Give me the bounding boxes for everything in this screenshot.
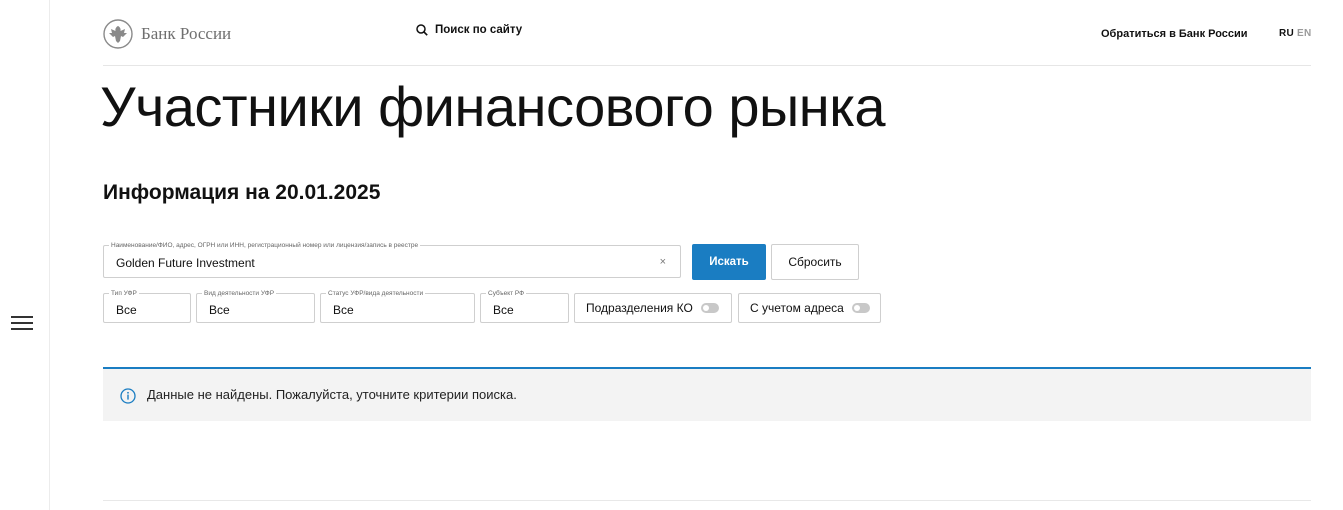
no-results-alert: Данные не найдены. Пожалуйста, уточните … [103,367,1311,421]
info-date-heading: Информация на 20.01.2025 [103,181,381,204]
lang-en[interactable]: EN [1297,28,1312,39]
filter-ufr-type[interactable]: Тип УФР Все [103,289,191,323]
search-label: Поиск по сайту [435,24,523,36]
toggle-label: С учетом адреса [750,301,844,315]
logo-text: Банк России [141,24,232,43]
filter-legend: Вид деятельности УФР [202,289,277,298]
menu-icon[interactable] [11,316,33,330]
alert-message: Данные не найдены. Пожалуйста, уточните … [147,387,517,402]
filter-region[interactable]: Субъект РФ Все [480,289,569,323]
filter-value: Все [116,303,137,317]
left-sidebar [0,0,50,510]
search-input[interactable]: Наименование/ФИО, адрес, ОГРН или ИНН, р… [103,241,681,278]
emblem-icon [103,19,133,49]
toggle-switch[interactable] [851,303,870,313]
filter-activity-type[interactable]: Вид деятельности УФР Все [196,289,315,323]
toggle-switch[interactable] [700,303,719,313]
filter-value: Все [493,303,514,317]
search-input-value: Golden Future Investment [116,256,255,270]
divider [103,500,1311,501]
filter-value: Все [209,303,230,317]
toggle-ko-branches[interactable]: Подразделения КО [574,293,732,323]
lang-ru[interactable]: RU [1279,28,1294,39]
info-icon [120,388,136,404]
toggle-with-address[interactable]: С учетом адреса [738,293,881,323]
site-header: Банк России Поиск по сайту Обратиться в … [103,14,1311,66]
reset-button[interactable]: Сбросить [771,244,859,280]
filter-legend: Тип УФР [109,289,139,298]
page-title: Участники финансового рынка [100,75,886,138]
contact-bank-link[interactable]: Обратиться в Банк России [1101,28,1248,40]
site-logo[interactable]: Банк России [103,14,231,54]
clear-icon[interactable]: × [660,256,666,268]
search-button[interactable]: Искать [692,244,766,280]
toggle-label: Подразделения КО [586,301,693,315]
filter-status[interactable]: Статус УФР/вида деятельности Все [320,289,475,323]
filter-value: Все [333,303,354,317]
filter-legend: Субъект РФ [486,289,527,298]
site-search[interactable]: Поиск по сайту [416,24,522,36]
language-switcher: RU EN [1279,28,1312,39]
search-icon [416,24,428,36]
filter-legend: Статус УФР/вида деятельности [326,289,426,298]
search-input-legend: Наименование/ФИО, адрес, ОГРН или ИНН, р… [109,241,421,250]
